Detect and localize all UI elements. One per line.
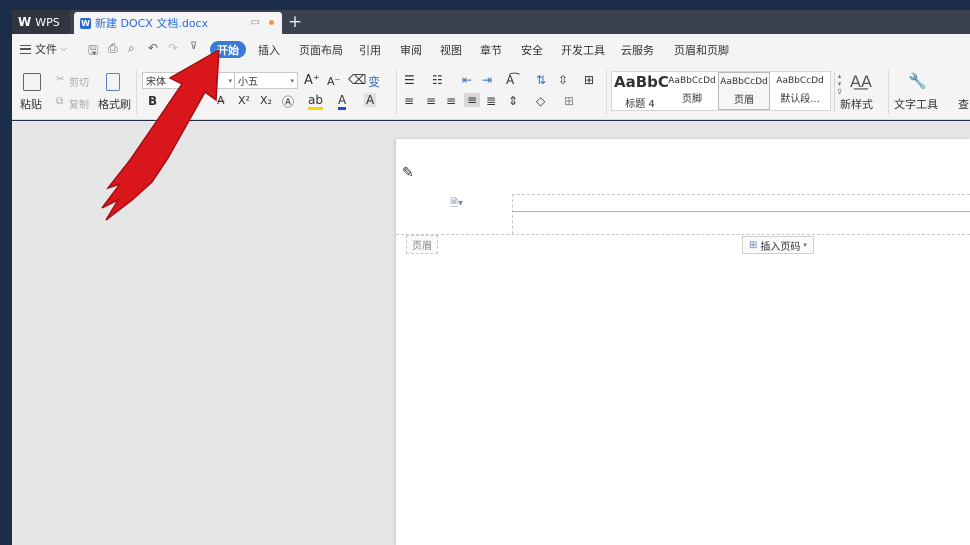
chevron-down-icon: ⌵: [61, 44, 68, 53]
style-name: 默认段...: [780, 94, 820, 105]
increase-indent-icon[interactable]: ⇥: [482, 73, 492, 87]
document-page[interactable]: ✎ 🗎▾ 页眉 ⊞ 插入页码 ▾: [396, 139, 970, 545]
dropdown-arrow-icon: ▾: [290, 77, 294, 85]
character-shading-icon[interactable]: A: [364, 93, 377, 107]
style-default-paragraph[interactable]: AaBbCcDd 默认段...: [770, 72, 830, 110]
tab-view[interactable]: 视图: [440, 42, 462, 58]
style-heading-4[interactable]: AaBbC 标题 4: [614, 72, 669, 110]
style-sample: AaBbCcDd: [668, 76, 716, 86]
font-color-icon[interactable]: A: [338, 93, 347, 110]
superscript-icon[interactable]: X²: [238, 94, 250, 107]
paste-button[interactable]: 粘贴: [20, 96, 42, 112]
styles-gallery: AaBbC 标题 4 AaBbCcDd 页脚 AaBbCcDd 页眉 AaBbC…: [611, 71, 842, 112]
style-sample: AaBbCcDd: [720, 77, 768, 87]
insert-page-number-label: 插入页码: [760, 241, 801, 253]
grow-font-icon[interactable]: A⁺: [304, 73, 320, 88]
text-size-icon[interactable]: A͡: [506, 73, 514, 87]
wps-home-tab[interactable]: W WPS: [12, 10, 70, 34]
cut-button[interactable]: 剪切: [69, 74, 89, 89]
group-separator: [396, 70, 397, 114]
distribute-icon[interactable]: ≣: [486, 94, 496, 108]
decrease-indent-icon[interactable]: ⇤: [462, 73, 472, 87]
line-spacing-icon[interactable]: ⇳: [558, 73, 568, 87]
style-name: 标题 4: [625, 99, 655, 110]
insert-page-number-button[interactable]: ⊞ 插入页码 ▾: [742, 236, 814, 254]
group-separator: [606, 70, 607, 114]
dropdown-arrow-icon: ▾: [803, 241, 807, 249]
style-sample: AaBbC: [614, 73, 669, 91]
style-header[interactable]: AaBbCcDd 页眉: [718, 72, 770, 110]
table-border-icon[interactable]: ⊞: [584, 73, 594, 87]
tab-section[interactable]: 章节: [480, 42, 502, 58]
phonetic-guide-icon[interactable]: 变: [368, 73, 380, 90]
group-separator: [888, 70, 889, 114]
file-menu-label: 文件: [35, 43, 57, 56]
header-rule: [512, 211, 970, 212]
new-style-icon: A͟A: [850, 72, 872, 91]
style-footer[interactable]: AaBbCcDd 页脚: [666, 72, 718, 110]
file-menu[interactable]: 文件 ⌵: [20, 41, 67, 57]
unsaved-dot-icon: [269, 20, 274, 25]
align-right-icon[interactable]: ≡: [446, 94, 456, 108]
window-frame-top: [0, 0, 970, 10]
font-size-value: 小五: [238, 77, 258, 88]
style-sample: AaBbCcDd: [776, 76, 824, 86]
borders-icon[interactable]: ⊞: [564, 94, 574, 108]
style-name: 页脚: [682, 94, 702, 105]
app-name: WPS: [35, 15, 60, 29]
monitor-icon[interactable]: ▭: [251, 17, 260, 28]
hamburger-icon: [20, 44, 31, 54]
tab-page-layout[interactable]: 页面布局: [299, 42, 343, 58]
clear-format-icon[interactable]: ⌫: [348, 73, 366, 88]
wps-logo-icon: W: [18, 15, 32, 29]
numbered-list-icon[interactable]: ☷: [432, 73, 443, 87]
find-button[interactable]: 查: [958, 96, 969, 112]
shrink-font-icon[interactable]: A⁻: [327, 75, 340, 88]
tab-developer[interactable]: 开发工具: [561, 42, 605, 58]
sort-icon[interactable]: ⇅: [536, 73, 546, 87]
header-options-icon[interactable]: 🗎▾: [450, 196, 463, 213]
document-tab-title: 新建 DOCX 文档.docx: [95, 17, 209, 30]
pin-icon: ✎: [402, 165, 414, 181]
tab-security[interactable]: 安全: [521, 42, 543, 58]
tab-header-footer[interactable]: 页眉和页脚: [674, 42, 729, 58]
paragraph-spacing-icon[interactable]: ⇕: [508, 94, 518, 108]
new-tab-button[interactable]: +: [284, 10, 306, 34]
subscript-icon[interactable]: X₂: [260, 94, 272, 107]
scissors-icon: ✂: [56, 74, 65, 85]
document-tab[interactable]: W 新建 DOCX 文档.docx ▭: [74, 12, 282, 34]
text-effect-icon[interactable]: Ⓐ: [282, 93, 294, 110]
tab-insert[interactable]: 插入: [258, 42, 280, 58]
wrench-icon: 🔧: [908, 72, 927, 90]
copy-button[interactable]: 复制: [69, 96, 89, 111]
text-tools-button[interactable]: 文字工具: [894, 96, 938, 112]
align-center-icon[interactable]: ≡: [426, 94, 436, 108]
header-boundary: [396, 234, 970, 235]
clipboard-icon[interactable]: [23, 73, 41, 91]
tab-review[interactable]: 审阅: [400, 42, 422, 58]
highlight-icon[interactable]: ab: [308, 93, 323, 110]
window-frame-left: [0, 0, 12, 545]
font-size-select[interactable]: 小五 ▾: [234, 72, 298, 89]
copy-icon: ⧉: [56, 96, 64, 107]
tab-cloud[interactable]: 云服务: [621, 42, 654, 58]
bullet-list-icon[interactable]: ☰: [404, 73, 415, 87]
annotation-arrow: [101, 50, 220, 221]
style-name: 页眉: [734, 95, 754, 106]
shading-icon[interactable]: ◇: [536, 94, 545, 108]
red-arrow-icon: [101, 50, 220, 221]
tab-references[interactable]: 引用: [359, 42, 381, 58]
title-bar: W WPS W 新建 DOCX 文档.docx ▭ +: [12, 10, 970, 34]
page-number-icon: ⊞: [749, 239, 758, 251]
word-doc-icon: W: [80, 17, 91, 29]
new-style-button[interactable]: 新样式: [840, 96, 873, 112]
justify-icon[interactable]: ≡: [464, 93, 481, 107]
header-area[interactable]: [512, 194, 970, 234]
header-label: 页眉: [406, 235, 438, 254]
align-left-icon[interactable]: ≡: [404, 94, 414, 108]
